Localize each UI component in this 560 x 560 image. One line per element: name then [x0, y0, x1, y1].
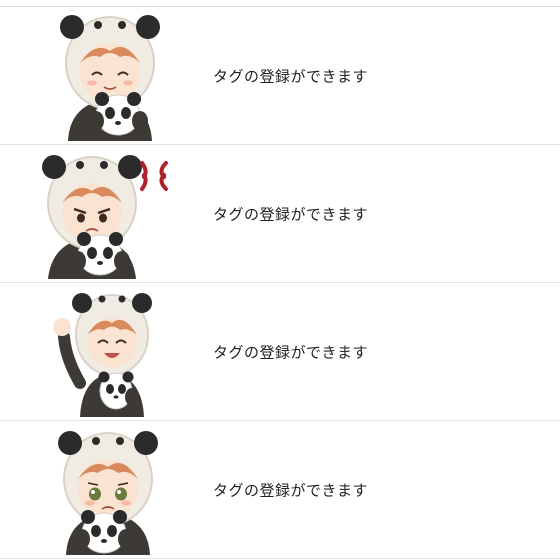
sticker-list: タグの登録ができます タグの登録ができます タグの登録ができます タグの登録がで… — [0, 7, 560, 559]
panda-hood-child-waving-illustration — [53, 293, 152, 417]
panda-hood-child-angry-illustration — [42, 155, 168, 279]
sticker-image-smile — [40, 11, 180, 141]
anger-mark-icon — [140, 161, 168, 191]
sticker-image-wave — [40, 287, 180, 417]
sticker-image-angry — [40, 149, 180, 279]
sticker-caption: タグの登録ができます — [213, 205, 369, 223]
sticker-row[interactable]: タグの登録ができます — [0, 145, 560, 283]
panda-hood-child-smile-illustration — [60, 15, 160, 141]
panda-hood-child-teary-illustration — [58, 431, 158, 555]
sticker-row[interactable]: タグの登録ができます — [0, 283, 560, 421]
sticker-row[interactable]: タグの登録ができます — [0, 421, 560, 559]
sticker-row[interactable]: タグの登録ができます — [0, 7, 560, 145]
sticker-caption: タグの登録ができます — [213, 343, 369, 361]
sticker-caption: タグの登録ができます — [213, 481, 369, 499]
sticker-caption: タグの登録ができます — [213, 67, 369, 85]
top-divider — [0, 0, 560, 7]
sticker-image-teary — [40, 425, 180, 555]
